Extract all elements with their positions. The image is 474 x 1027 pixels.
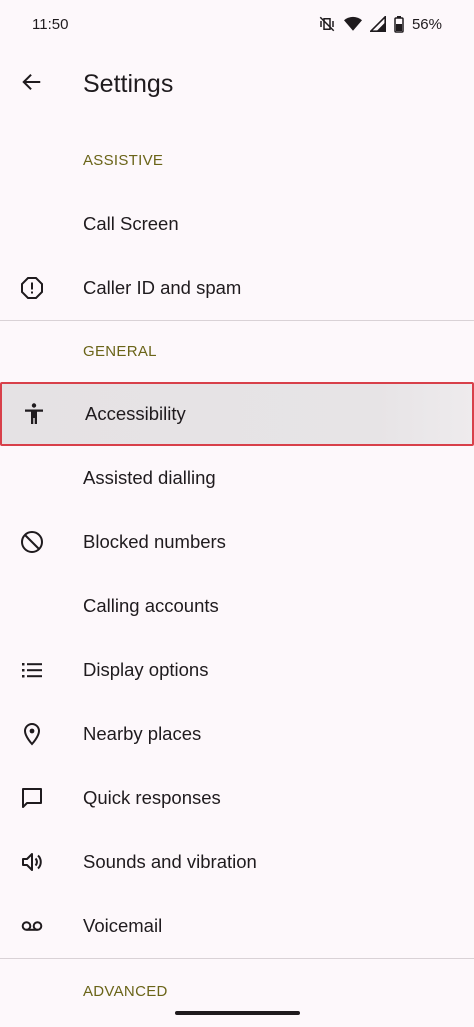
settings-item-caller-id[interactable]: Caller ID and spam — [0, 256, 474, 320]
settings-item-calling-accounts[interactable]: Calling accounts — [0, 574, 474, 638]
status-time: 11:50 — [32, 15, 69, 33]
settings-item-quick-responses[interactable]: Quick responses — [0, 766, 474, 830]
settings-item-assisted-dialling[interactable]: Assisted dialling — [0, 446, 474, 510]
home-indicator[interactable] — [175, 1011, 300, 1015]
status-bar: 11:50 56% — [0, 0, 474, 48]
vibrate-off-icon — [318, 15, 336, 33]
settings-item-voicemail[interactable]: Voicemail — [0, 894, 474, 958]
arrow-back-icon — [21, 71, 43, 98]
settings-list: ASSISTIVE Call Screen Caller ID and spam… — [0, 128, 474, 1023]
settings-item-label: Caller ID and spam — [83, 277, 242, 298]
settings-item-accessibility[interactable]: Accessibility — [0, 382, 474, 446]
settings-item-nearby-places[interactable]: Nearby places — [0, 702, 474, 766]
signal-icon — [369, 16, 386, 32]
settings-item-display-options[interactable]: Display options — [0, 638, 474, 702]
message-icon — [0, 766, 64, 830]
list-icon — [0, 638, 64, 702]
settings-item-label: Calling accounts — [83, 595, 219, 616]
voicemail-icon — [0, 894, 64, 958]
accessibility-icon — [2, 382, 66, 446]
settings-item-label: Sounds and vibration — [83, 851, 257, 872]
settings-item-label: Call Screen — [83, 213, 179, 234]
block-icon — [0, 510, 64, 574]
battery-icon — [394, 15, 404, 33]
app-bar: Settings — [0, 48, 474, 120]
section-header-general: GENERAL — [83, 343, 157, 360]
back-button[interactable] — [0, 52, 64, 116]
settings-item-call-screen[interactable]: Call Screen — [0, 192, 474, 256]
settings-item-label: Accessibility — [85, 403, 186, 424]
settings-item-label: Blocked numbers — [83, 531, 226, 552]
settings-item-label: Quick responses — [83, 787, 221, 808]
page-title: Settings — [83, 69, 174, 98]
settings-item-label: Voicemail — [83, 915, 163, 936]
battery-percent: 56% — [411, 15, 442, 33]
settings-item-label: Display options — [83, 659, 209, 680]
wifi-icon — [343, 16, 362, 32]
settings-item-blocked-numbers[interactable]: Blocked numbers — [0, 510, 474, 574]
section-header-assistive: ASSISTIVE — [83, 151, 164, 169]
status-icons: 56% — [318, 15, 442, 33]
settings-item-label: Assisted dialling — [83, 467, 216, 488]
spam-alert-icon — [0, 256, 64, 320]
settings-item-label: Nearby places — [83, 723, 202, 744]
location-pin-icon — [0, 702, 64, 766]
volume-icon — [0, 830, 64, 894]
settings-item-sounds-vibration[interactable]: Sounds and vibration — [0, 830, 474, 894]
